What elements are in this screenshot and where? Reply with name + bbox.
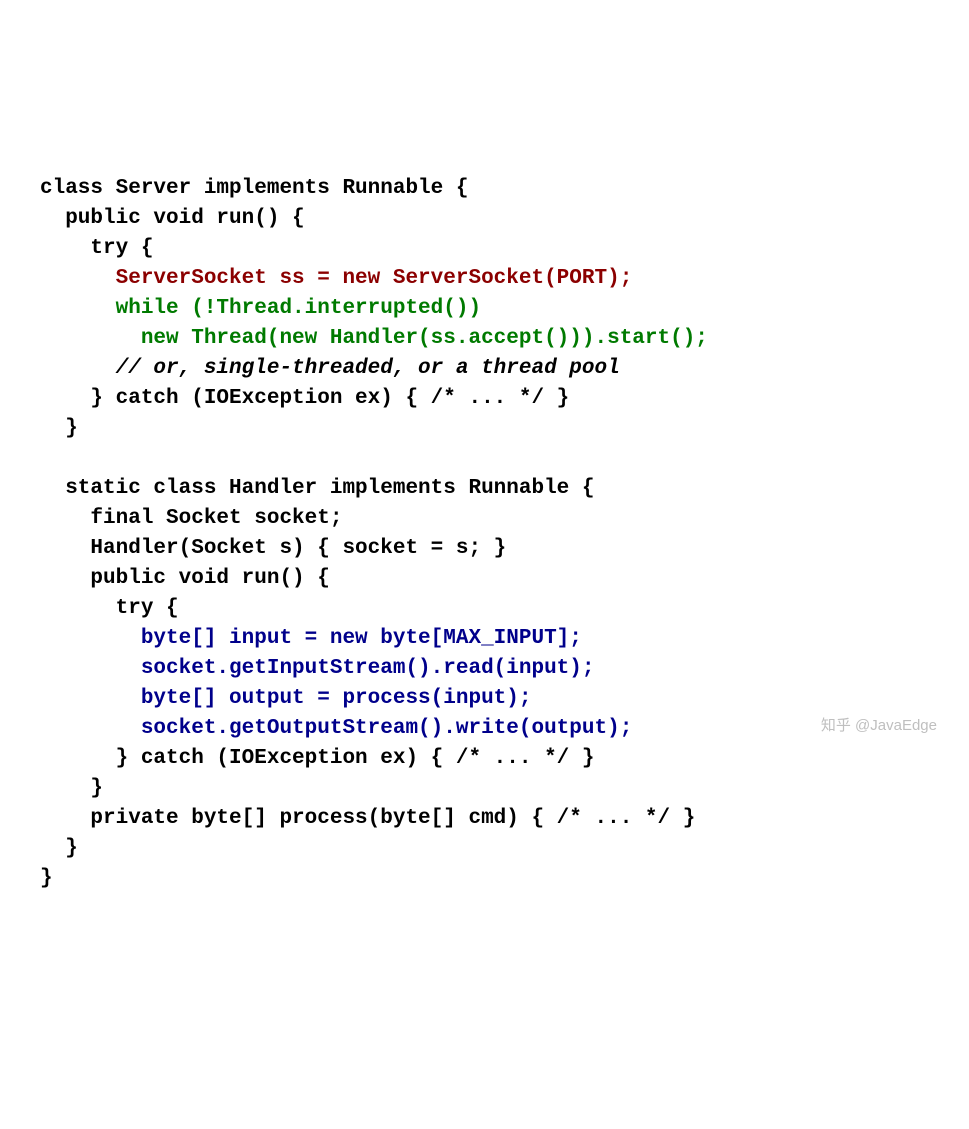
code-line: try { (40, 237, 153, 260)
code-line: ServerSocket ss = new ServerSocket(PORT)… (40, 267, 632, 290)
code-line: static class Handler implements Runnable… (40, 477, 595, 500)
code-line: } catch (IOException ex) { /* ... */ } (40, 747, 595, 770)
code-line: socket.getInputStream().read(input); (40, 657, 595, 680)
code-line: private byte[] process(byte[] cmd) { /* … (40, 807, 695, 830)
watermark: 知乎 @JavaEdge (821, 715, 937, 736)
code-line: public void run() { (40, 567, 330, 590)
code-line: } catch (IOException ex) { /* ... */ } (40, 387, 569, 410)
code-line: } (40, 867, 53, 890)
code-line: public void run() { (40, 207, 305, 230)
code-line: byte[] input = new byte[MAX_INPUT]; (40, 627, 582, 650)
code-line: } (40, 837, 78, 860)
code-line: final Socket socket; (40, 507, 342, 530)
code-block: class Server implements Runnable { publi… (40, 144, 969, 894)
code-comment: // or, single-threaded, or a thread pool (40, 357, 620, 380)
code-line: } (40, 777, 103, 800)
code-line: Handler(Socket s) { socket = s; } (40, 537, 506, 560)
code-line: } (40, 417, 78, 440)
code-line: try { (40, 597, 179, 620)
code-line: socket.getOutputStream().write(output); (40, 717, 632, 740)
code-line: class Server implements Runnable { (40, 177, 468, 200)
code-line: new Thread(new Handler(ss.accept())).sta… (40, 327, 708, 350)
code-line: while (!Thread.interrupted()) (40, 297, 481, 320)
code-line: byte[] output = process(input); (40, 687, 531, 710)
